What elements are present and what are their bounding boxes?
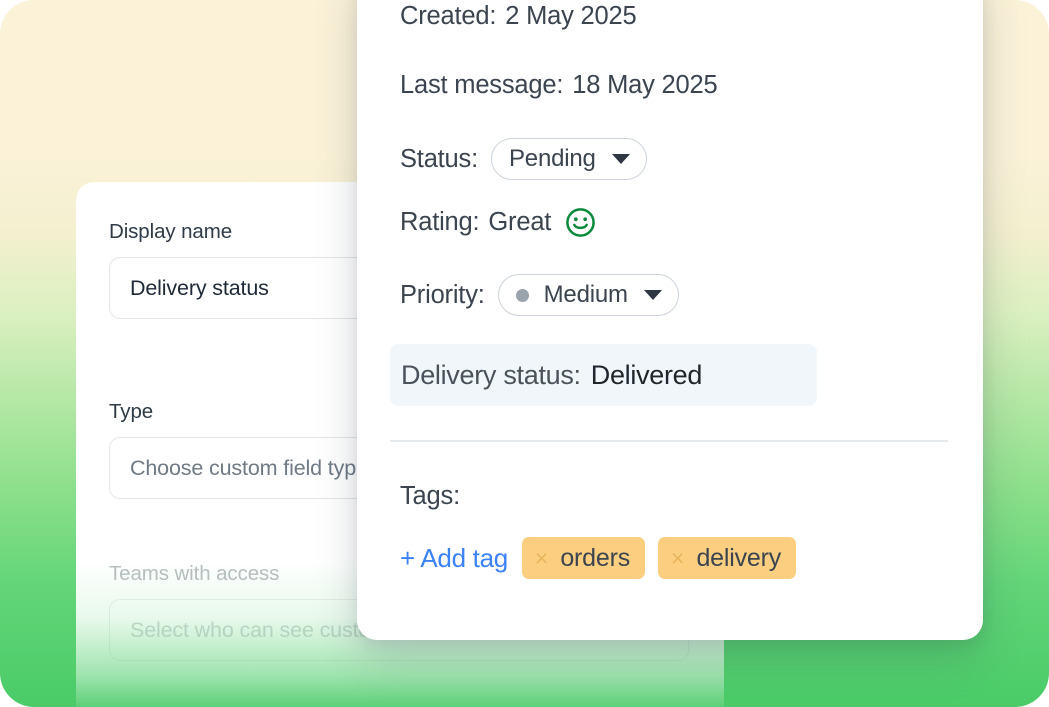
tags-row: + Add tag × orders × delivery xyxy=(400,537,809,579)
last-message-row: Last message: 18 May 2025 xyxy=(400,71,718,100)
tag-label: delivery xyxy=(696,543,781,572)
status-dropdown[interactable]: Pending xyxy=(490,138,647,180)
smiley-face-icon xyxy=(566,208,596,237)
rating-label: Rating: xyxy=(400,208,480,236)
rating-row: Rating: Great xyxy=(400,207,596,238)
status-row: Status: Pending xyxy=(400,138,647,180)
delivery-status-label: Delivery status: xyxy=(401,359,581,390)
last-message-label: Last message: xyxy=(400,71,564,99)
last-message-value: 18 May 2025 xyxy=(572,71,718,99)
priority-dropdown[interactable]: Medium xyxy=(497,274,679,316)
priority-row: Priority: Medium xyxy=(400,274,679,316)
conversation-details-popup: Created: 2 May 2025 Last message: 18 May… xyxy=(357,0,983,640)
add-tag-button[interactable]: + Add tag xyxy=(400,543,508,574)
type-placeholder: Choose custom field type xyxy=(130,455,368,480)
priority-dot-icon xyxy=(515,288,529,302)
caret-down-icon xyxy=(611,154,630,164)
caret-down-icon xyxy=(643,290,662,300)
priority-label: Priority: xyxy=(400,280,485,309)
rating-value: Great xyxy=(488,208,552,236)
delivery-status-value: Delivered xyxy=(590,359,703,390)
tag-chip[interactable]: × orders xyxy=(521,537,646,579)
created-row: Created: 2 May 2025 xyxy=(400,2,637,31)
close-icon[interactable]: × xyxy=(671,546,684,570)
tag-chip[interactable]: × delivery xyxy=(658,537,796,579)
status-label: Status: xyxy=(400,144,478,173)
priority-value: Medium xyxy=(543,281,628,308)
screenshot-stage: Display name Delivery status Type Choose… xyxy=(0,0,1049,707)
section-divider xyxy=(390,440,948,442)
tag-label: orders xyxy=(560,543,631,572)
delivery-status-row[interactable]: Delivery status: Delivered xyxy=(390,344,817,406)
created-value: 2 May 2025 xyxy=(505,2,637,30)
created-label: Created: xyxy=(400,2,497,30)
close-icon[interactable]: × xyxy=(535,546,548,570)
display-name-value: Delivery status xyxy=(130,275,269,300)
tags-label: Tags: xyxy=(400,482,460,510)
status-value: Pending xyxy=(508,145,596,172)
